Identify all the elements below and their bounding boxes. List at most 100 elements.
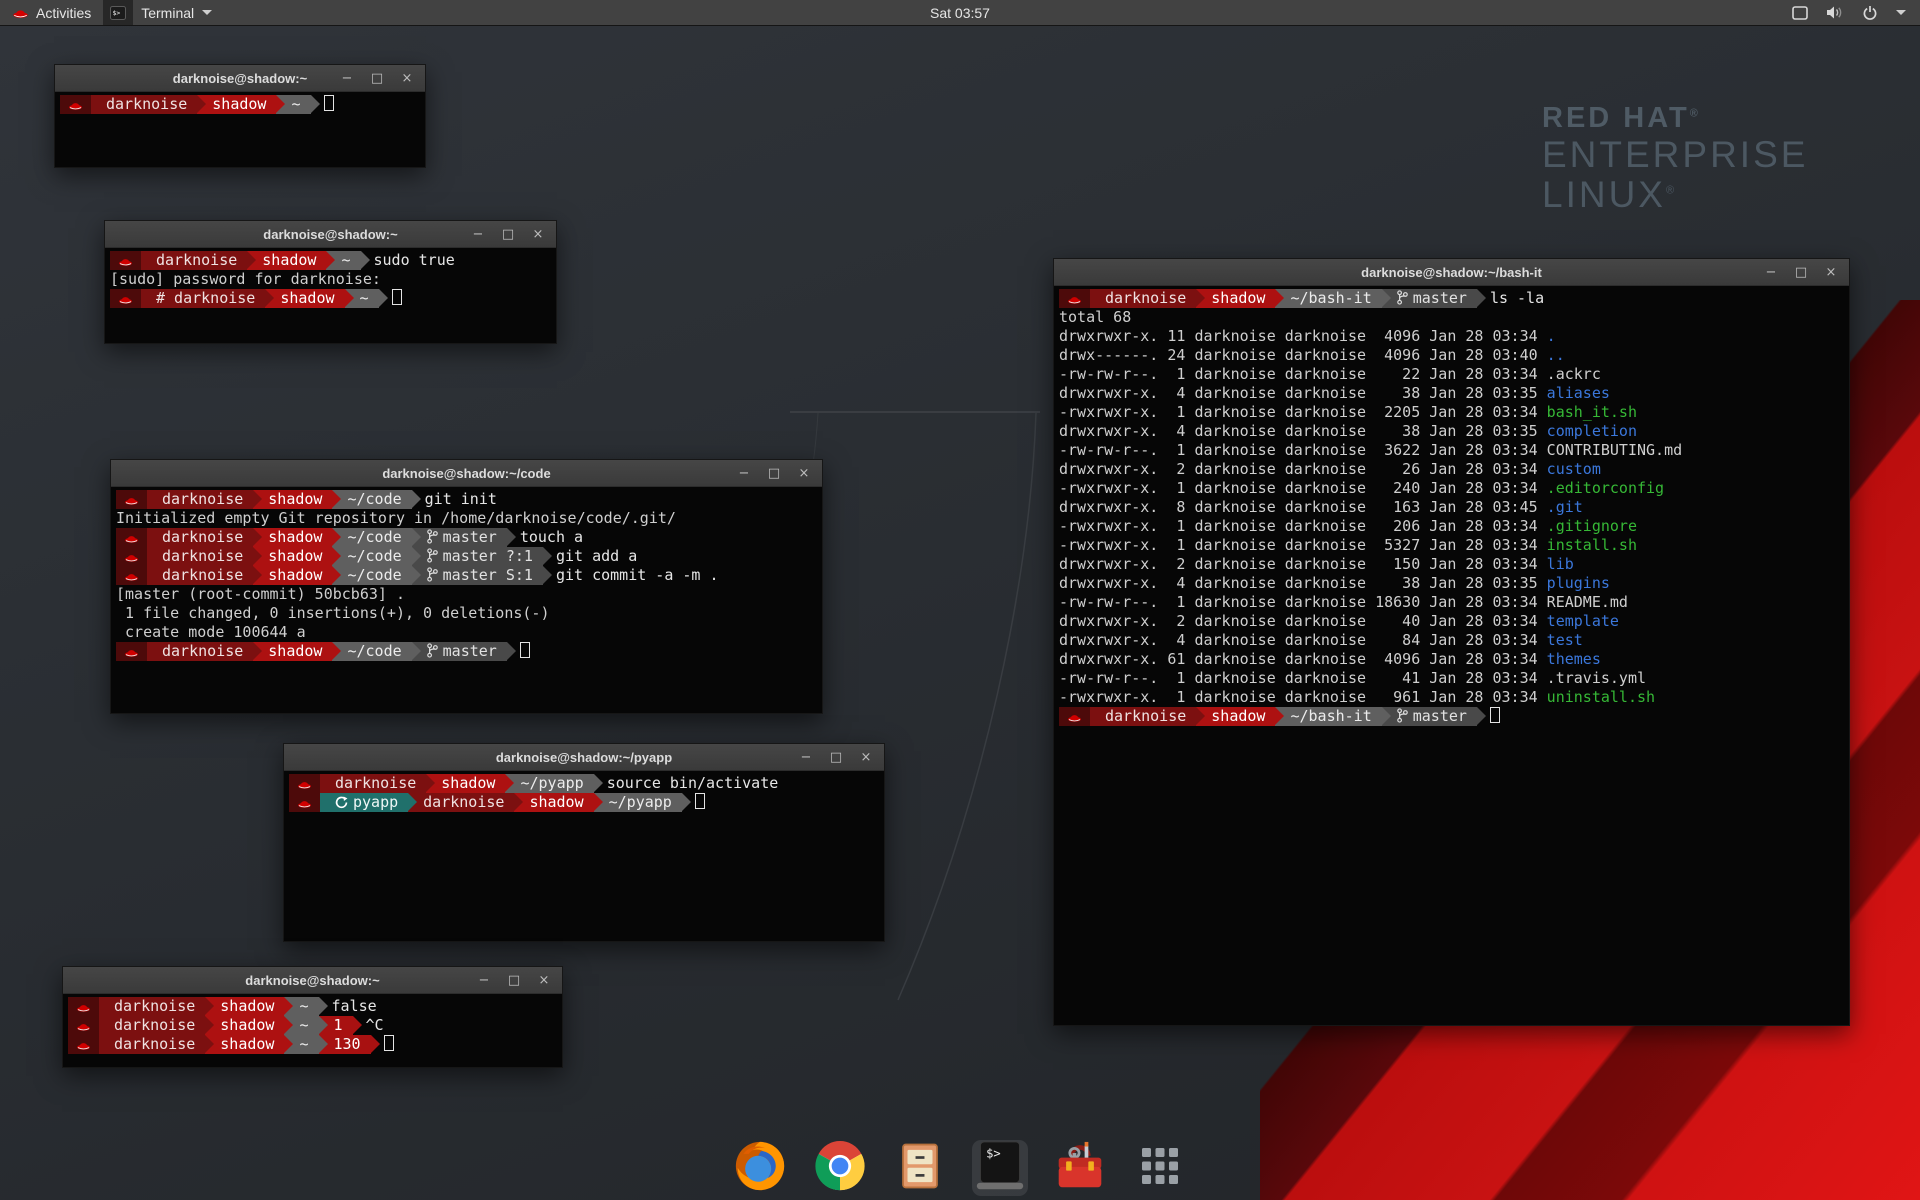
close-button[interactable]: × xyxy=(1823,265,1839,280)
prompt-segment-host: shadow xyxy=(253,642,332,661)
command-text: ls -la xyxy=(1490,289,1544,307)
files-icon xyxy=(895,1140,945,1197)
window-titlebar[interactable]: darknoise@shadow:~−□× xyxy=(63,967,562,994)
terminal-body[interactable]: darknoiseshadow~sudo true[sudo] password… xyxy=(105,248,556,308)
prompt-segment-host: shadow xyxy=(253,566,332,585)
terminal-line: [sudo] password for darknoise: xyxy=(110,270,556,289)
terminal-body[interactable]: darknoiseshadow~/bash-itmasterls -latota… xyxy=(1054,286,1849,726)
minimize-button[interactable]: − xyxy=(798,750,814,765)
output-text: -rwxrwxr-x. 1 darknoise darknoise 2205 J… xyxy=(1059,403,1547,421)
window-titlebar[interactable]: darknoise@shadow:~/bash-it−□× xyxy=(1054,259,1849,286)
output-text: .gitignore xyxy=(1547,517,1637,535)
prompt-segment-user: darknoise xyxy=(1090,707,1196,726)
output-text: -rwxrwxr-x. 1 darknoise darknoise 961 Ja… xyxy=(1059,688,1547,706)
window-titlebar[interactable]: darknoise@shadow:~/pyapp−□× xyxy=(284,744,884,771)
prompt-segment-host: shadow xyxy=(1196,289,1275,308)
output-text: template xyxy=(1547,612,1619,630)
dock-item-app-grid[interactable] xyxy=(1132,1140,1188,1196)
terminal-window-home-1: darknoise@shadow:~−□×darknoiseshadow~ xyxy=(54,64,426,168)
volume-icon[interactable] xyxy=(1826,5,1844,20)
prompt-segment-user: darknoise xyxy=(147,490,253,509)
minimize-button[interactable]: − xyxy=(339,71,355,86)
dock-item-terminal[interactable]: $> xyxy=(972,1140,1028,1196)
close-button[interactable]: × xyxy=(858,750,874,765)
prompt-segment-user: darknoise xyxy=(147,547,253,566)
dock-item-toolbox[interactable] xyxy=(1052,1140,1108,1196)
output-text: -rw-rw-r--. 1 darknoise darknoise 22 Jan… xyxy=(1059,365,1547,383)
minimize-button[interactable]: − xyxy=(1763,265,1779,280)
terminal-body[interactable]: darknoiseshadow~/codegit initInitialized… xyxy=(111,487,822,661)
terminal-body[interactable]: darknoiseshadow~falsedarknoiseshadow~1^C… xyxy=(63,994,562,1054)
app-menu-terminal[interactable]: $> Terminal xyxy=(103,0,224,25)
output-text: drwx------. 24 darknoise darknoise 4096 … xyxy=(1059,346,1547,364)
clock[interactable]: Sat 03:57 xyxy=(930,5,990,21)
minimize-button[interactable]: − xyxy=(736,466,752,481)
close-button[interactable]: × xyxy=(536,973,552,988)
activities-button[interactable]: Activities xyxy=(0,0,103,25)
output-text: .editorconfig xyxy=(1547,479,1664,497)
maximize-button[interactable]: □ xyxy=(828,750,844,765)
minimize-button[interactable]: − xyxy=(470,227,486,242)
output-text: [sudo] password for darknoise: xyxy=(110,270,381,288)
window-titlebar[interactable]: darknoise@shadow:~−□× xyxy=(105,221,556,248)
maximize-button[interactable]: □ xyxy=(506,973,522,988)
toolbox-icon xyxy=(1054,1141,1106,1196)
command-text: ^C xyxy=(366,1016,384,1034)
dock-item-files[interactable] xyxy=(892,1140,948,1196)
terminal-line: darknoiseshadow~false xyxy=(68,997,562,1016)
output-text: drwxrwxr-x. 2 darknoise darknoise 26 Jan… xyxy=(1059,460,1547,478)
terminal-line: drwxrwxr-x. 4 darknoise darknoise 38 Jan… xyxy=(1059,574,1849,593)
close-button[interactable]: × xyxy=(530,227,546,242)
output-text: aliases xyxy=(1547,384,1610,402)
terminal-body[interactable]: darknoiseshadow~/pyappsource bin/activat… xyxy=(284,771,884,812)
rhel-logo-line3: LINUX xyxy=(1542,174,1666,215)
terminal-line: darknoiseshadow~1^C xyxy=(68,1016,562,1035)
app-grid-icon xyxy=(1138,1144,1182,1193)
terminal-line: pyappdarknoiseshadow~/pyapp xyxy=(289,793,884,812)
maximize-button[interactable]: □ xyxy=(500,227,516,242)
prompt-segment-user: darknoise xyxy=(99,1035,205,1054)
dock-item-firefox[interactable] xyxy=(732,1140,788,1196)
terminal-line: darknoiseshadow~ xyxy=(60,95,425,114)
output-text: -rwxrwxr-x. 1 darknoise darknoise 240 Ja… xyxy=(1059,479,1547,497)
terminal-line: -rwxrwxr-x. 1 darknoise darknoise 5327 J… xyxy=(1059,536,1849,555)
output-text: -rwxrwxr-x. 1 darknoise darknoise 5327 J… xyxy=(1059,536,1547,554)
terminal-line: darknoiseshadow~/codemaster xyxy=(116,642,822,661)
terminal-window-code: darknoise@shadow:~/code−□×darknoiseshado… xyxy=(110,459,823,714)
maximize-button[interactable]: □ xyxy=(766,466,782,481)
output-text: install.sh xyxy=(1547,536,1637,554)
maximize-button[interactable]: □ xyxy=(369,71,385,86)
command-text: false xyxy=(332,997,377,1015)
output-text: README.md xyxy=(1547,593,1628,611)
command-text: sudo true xyxy=(374,251,455,269)
terminal-line: drwxrwxr-x. 2 darknoise darknoise 150 Ja… xyxy=(1059,555,1849,574)
output-text: Initialized empty Git repository in /hom… xyxy=(116,509,676,527)
terminal-body[interactable]: darknoiseshadow~ xyxy=(55,92,425,114)
window-titlebar[interactable]: darknoise@shadow:~−□× xyxy=(55,65,425,92)
dock-item-chrome[interactable] xyxy=(812,1140,868,1196)
terminal-line: # darknoiseshadow~ xyxy=(110,289,556,308)
prompt-segment-user: darknoise xyxy=(91,95,197,114)
close-button[interactable]: × xyxy=(399,71,415,86)
caret-down-icon[interactable] xyxy=(1896,10,1906,15)
chevron-down-icon xyxy=(202,10,212,15)
screen-icon[interactable] xyxy=(1792,6,1808,20)
prompt-segment-host: shadow xyxy=(205,1016,284,1035)
minimize-button[interactable]: − xyxy=(476,973,492,988)
prompt-segment-git: master xyxy=(1382,707,1477,726)
maximize-button[interactable]: □ xyxy=(1793,265,1809,280)
window-titlebar[interactable]: darknoise@shadow:~/code−□× xyxy=(111,460,822,487)
close-button[interactable]: × xyxy=(796,466,812,481)
clock-area: Sat 03:57 xyxy=(0,5,1920,21)
power-icon[interactable] xyxy=(1862,5,1878,21)
prompt-segment-user: darknoise xyxy=(99,1016,205,1035)
window-controls: −□ × xyxy=(339,71,425,86)
terminal-line: drwxrwxr-x. 61 darknoise darknoise 4096 … xyxy=(1059,650,1849,669)
terminal-line: -rwxrwxr-x. 1 darknoise darknoise 2205 J… xyxy=(1059,403,1849,422)
terminal-window-pyapp: darknoise@shadow:~/pyapp−□×darknoiseshad… xyxy=(283,743,885,942)
output-text: drwxrwxr-x. 2 darknoise darknoise 150 Ja… xyxy=(1059,555,1547,573)
terminal-cursor xyxy=(520,642,530,658)
output-text: custom xyxy=(1547,460,1601,478)
desktop: RED HAT® ENTERPRISE LINUX® Activities $>… xyxy=(0,0,1920,1200)
prompt-segment-path: ~/code xyxy=(332,490,411,509)
